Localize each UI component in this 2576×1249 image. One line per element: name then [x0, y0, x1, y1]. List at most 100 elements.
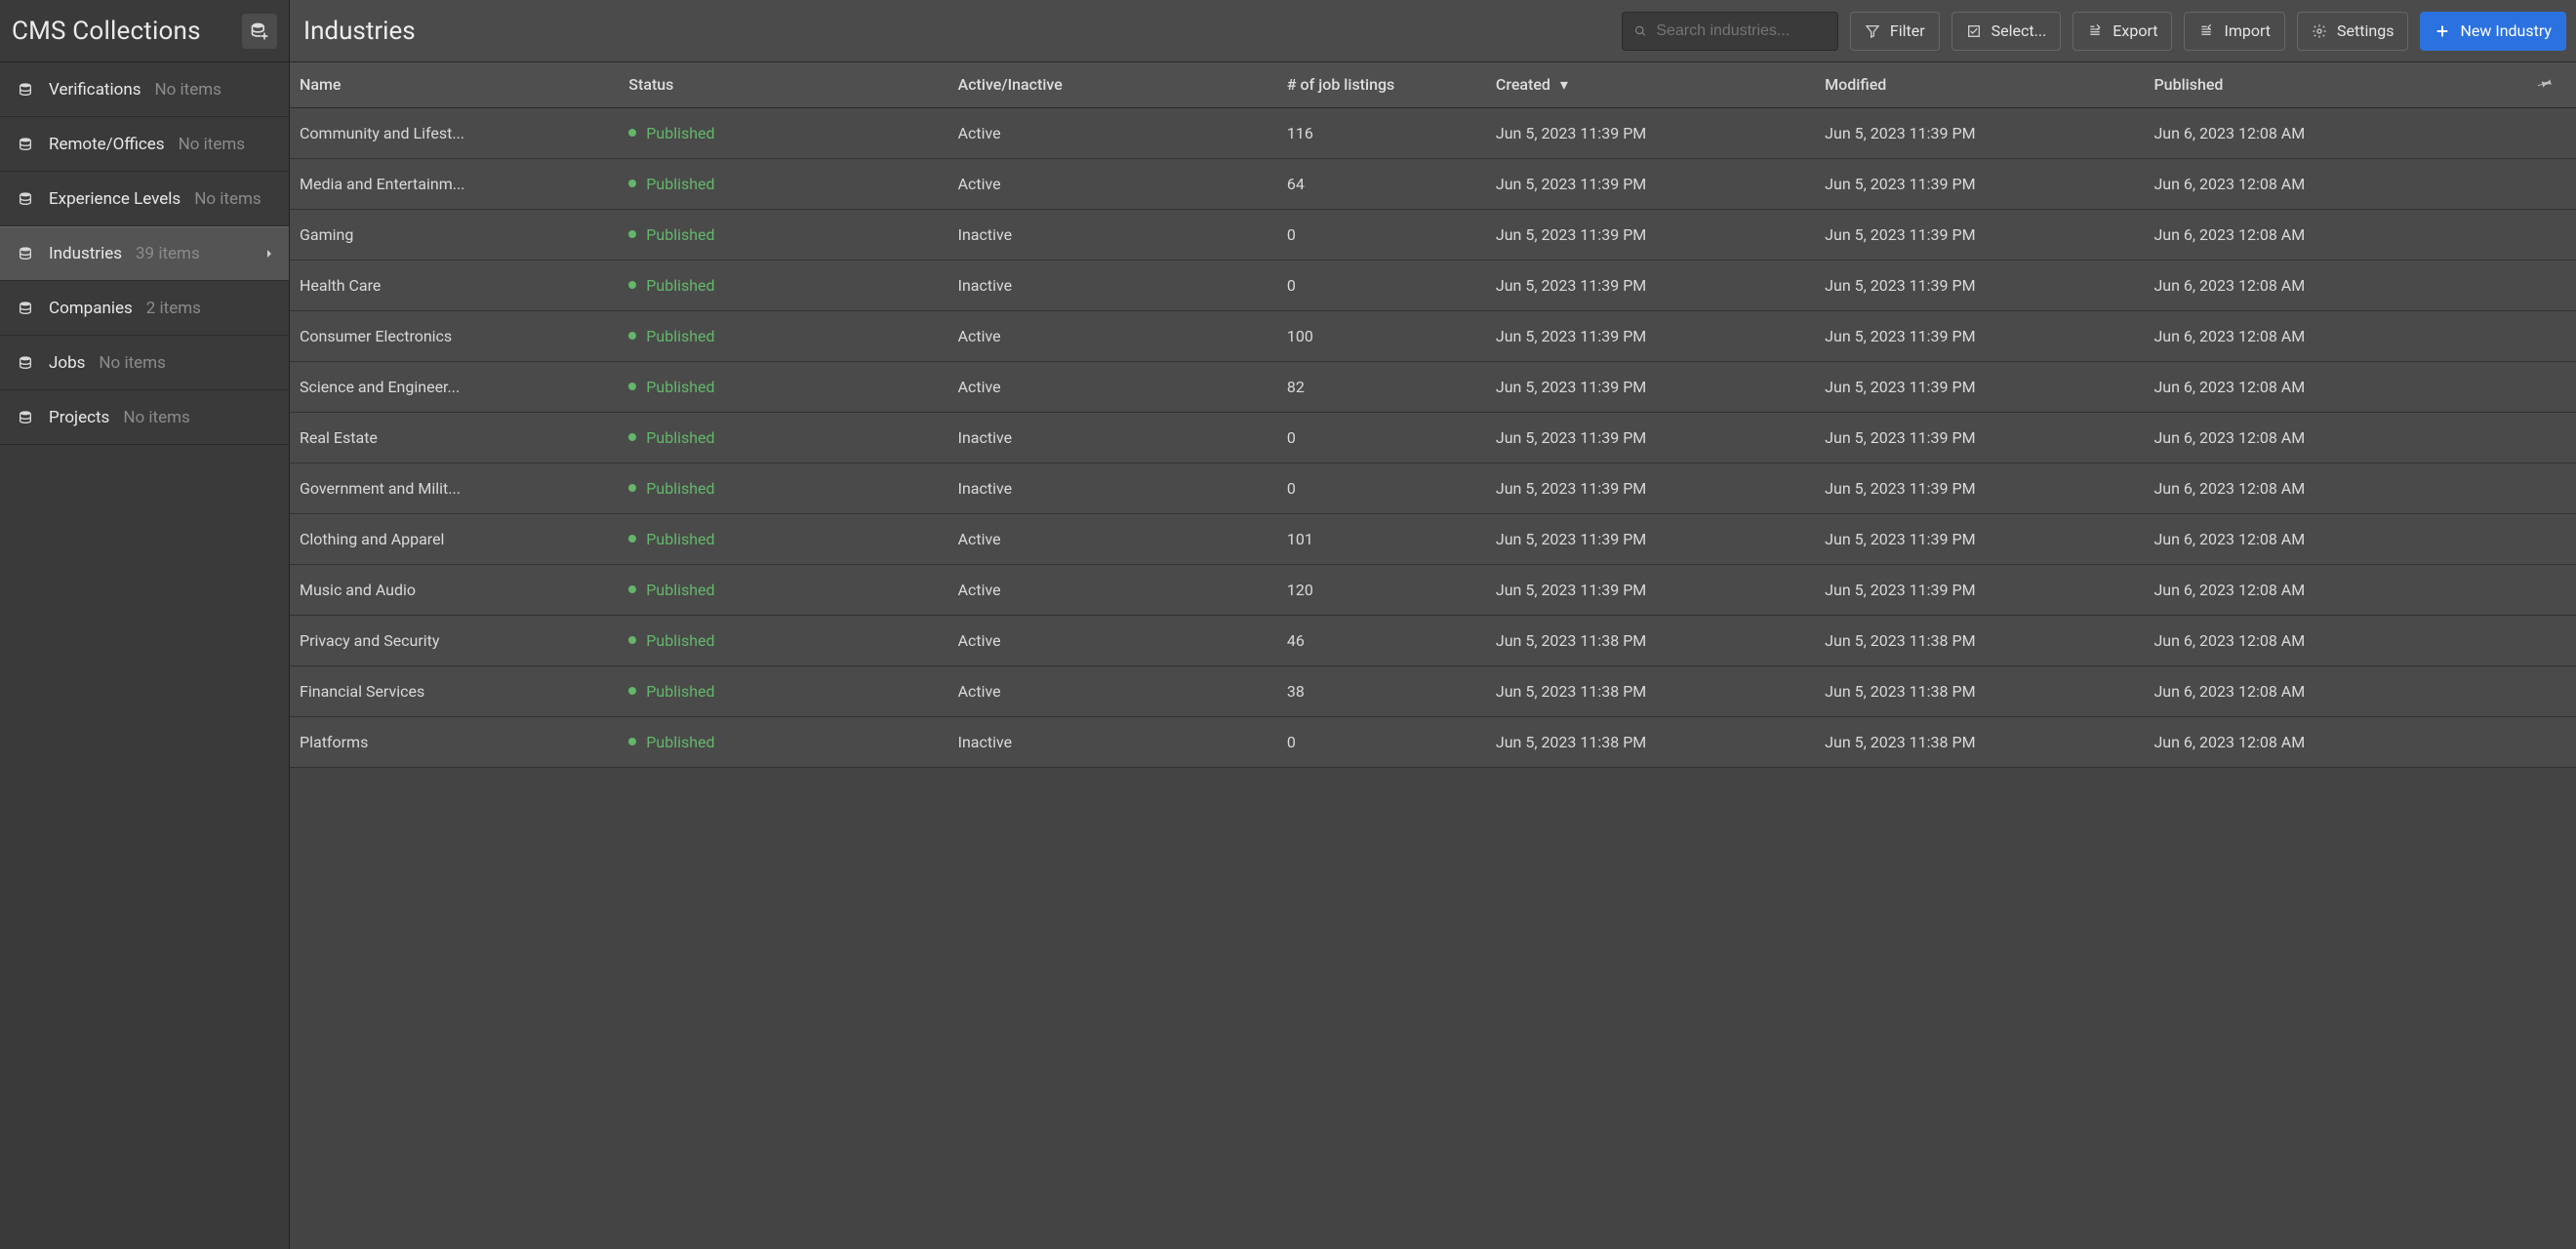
col-modified[interactable]: Modified — [1815, 62, 2144, 107]
cell-status: Published — [619, 412, 947, 463]
sidebar-item-label: Projects — [49, 408, 109, 427]
cell-empty — [2516, 615, 2576, 665]
status-text: Published — [646, 175, 714, 193]
topbar: Industries Filter Select... Export Impor… — [290, 0, 2576, 62]
search-box[interactable] — [1622, 12, 1838, 51]
table-scroll[interactable]: Name Status Active/Inactive # of job lis… — [290, 62, 2576, 1249]
sidebar-item-experience-levels[interactable]: Experience Levels No items — [0, 172, 289, 226]
cell-created: Jun 5, 2023 11:39 PM — [1486, 513, 1815, 564]
sidebar-item-verifications[interactable]: VerificationsNo items — [0, 62, 289, 117]
cell-name: Real Estate — [290, 412, 619, 463]
table-row[interactable]: Community and Lifest...PublishedActive11… — [290, 107, 2576, 158]
table-row[interactable]: Government and Milit...PublishedInactive… — [290, 463, 2576, 513]
search-input[interactable] — [1656, 22, 1826, 40]
table-row[interactable]: Consumer ElectronicsPublishedActive100Ju… — [290, 310, 2576, 361]
status-dot-icon — [628, 484, 636, 492]
export-button[interactable]: Export — [2073, 12, 2172, 51]
sidebar-item-label: Experience Levels — [49, 189, 181, 209]
settings-button[interactable]: Settings — [2297, 12, 2408, 51]
pin-icon — [2535, 72, 2556, 94]
new-collection-button[interactable] — [242, 14, 277, 49]
cell-active: Active — [948, 615, 1277, 665]
cell-modified: Jun 5, 2023 11:39 PM — [1815, 209, 2144, 260]
cell-status: Published — [619, 107, 947, 158]
cell-published: Jun 6, 2023 12:08 AM — [2144, 513, 2516, 564]
table-row[interactable]: Clothing and ApparelPublishedActive101Ju… — [290, 513, 2576, 564]
cell-name: Media and Entertainm... — [290, 158, 619, 209]
cell-jobs: 100 — [1277, 310, 1486, 361]
table-row[interactable]: PlatformsPublishedInactive0Jun 5, 2023 1… — [290, 716, 2576, 767]
cell-empty — [2516, 209, 2576, 260]
cell-status: Published — [619, 513, 947, 564]
cell-jobs: 64 — [1277, 158, 1486, 209]
table-row[interactable]: Financial ServicesPublishedActive38Jun 5… — [290, 665, 2576, 716]
cell-status: Published — [619, 665, 947, 716]
col-active[interactable]: Active/Inactive — [948, 62, 1277, 107]
database-icon — [18, 301, 35, 316]
status-text: Published — [646, 682, 714, 701]
select-label: Select... — [1992, 21, 2047, 40]
select-icon — [1966, 23, 1982, 39]
cell-empty — [2516, 665, 2576, 716]
cell-jobs: 0 — [1277, 260, 1486, 310]
cell-active: Active — [948, 158, 1277, 209]
cell-jobs: 82 — [1277, 361, 1486, 412]
export-label: Export — [2113, 21, 2157, 40]
table-row[interactable]: Real EstatePublishedInactive0Jun 5, 2023… — [290, 412, 2576, 463]
status-dot-icon — [628, 332, 636, 340]
cell-empty — [2516, 158, 2576, 209]
sidebar-item-projects[interactable]: ProjectsNo items — [0, 390, 289, 445]
cell-modified: Jun 5, 2023 11:38 PM — [1815, 615, 2144, 665]
col-name[interactable]: Name — [290, 62, 619, 107]
cell-published: Jun 6, 2023 12:08 AM — [2144, 361, 2516, 412]
col-published[interactable]: Published — [2144, 62, 2516, 107]
import-button[interactable]: Import — [2184, 12, 2285, 51]
import-label: Import — [2224, 21, 2271, 40]
pin-column-button[interactable] — [2516, 62, 2576, 107]
cell-name: Platforms — [290, 716, 619, 767]
cell-status: Published — [619, 310, 947, 361]
col-created[interactable]: Created ▾ — [1486, 62, 1815, 107]
sidebar-item-label: Jobs — [49, 353, 85, 373]
cell-published: Jun 6, 2023 12:08 AM — [2144, 412, 2516, 463]
sidebar-item-industries[interactable]: Industries39 items — [0, 226, 289, 281]
status-dot-icon — [628, 281, 636, 289]
cell-created: Jun 5, 2023 11:39 PM — [1486, 107, 1815, 158]
col-jobs[interactable]: # of job listings — [1277, 62, 1486, 107]
database-icon — [18, 246, 35, 262]
filter-icon — [1865, 23, 1880, 39]
cell-published: Jun 6, 2023 12:08 AM — [2144, 564, 2516, 615]
cell-jobs: 116 — [1277, 107, 1486, 158]
cell-modified: Jun 5, 2023 11:39 PM — [1815, 107, 2144, 158]
cell-created: Jun 5, 2023 11:39 PM — [1486, 361, 1815, 412]
cell-modified: Jun 5, 2023 11:39 PM — [1815, 412, 2144, 463]
col-status[interactable]: Status — [619, 62, 947, 107]
sidebar-item-count: No items — [194, 189, 261, 209]
table-row[interactable]: Media and Entertainm... Published Active64… — [290, 158, 2576, 209]
new-industry-button[interactable]: New Industry — [2420, 12, 2566, 51]
sidebar-item-count: No items — [179, 135, 245, 154]
select-button[interactable]: Select... — [1952, 12, 2062, 51]
sidebar-item-jobs[interactable]: JobsNo items — [0, 336, 289, 390]
cell-name: Clothing and Apparel — [290, 513, 619, 564]
status-text: Published — [646, 378, 714, 396]
sidebar-item-companies[interactable]: Companies2 items — [0, 281, 289, 336]
cell-jobs: 0 — [1277, 716, 1486, 767]
status-text: Published — [646, 124, 714, 142]
status-text: Published — [646, 225, 714, 244]
filter-label: Filter — [1890, 21, 1925, 40]
cell-active: Inactive — [948, 412, 1277, 463]
cell-modified: Jun 5, 2023 11:39 PM — [1815, 260, 2144, 310]
cell-name: Consumer Electronics — [290, 310, 619, 361]
table-row[interactable]: Music and AudioPublishedActive120Jun 5, … — [290, 564, 2576, 615]
cell-modified: Jun 5, 2023 11:39 PM — [1815, 513, 2144, 564]
table-row[interactable]: GamingPublishedInactive0Jun 5, 2023 11:3… — [290, 209, 2576, 260]
sidebar-item-remote-offices[interactable]: Remote/OfficesNo items — [0, 117, 289, 172]
table-row[interactable]: Privacy and SecurityPublishedActive46Jun… — [290, 615, 2576, 665]
table-row[interactable]: Health CarePublishedInactive0Jun 5, 2023… — [290, 260, 2576, 310]
filter-button[interactable]: Filter — [1850, 12, 1940, 51]
gear-icon — [2312, 23, 2327, 39]
status-text: Published — [646, 631, 714, 650]
table-row[interactable]: Science and Engineer...PublishedActive82… — [290, 361, 2576, 412]
cell-name: Community and Lifest... — [290, 107, 619, 158]
